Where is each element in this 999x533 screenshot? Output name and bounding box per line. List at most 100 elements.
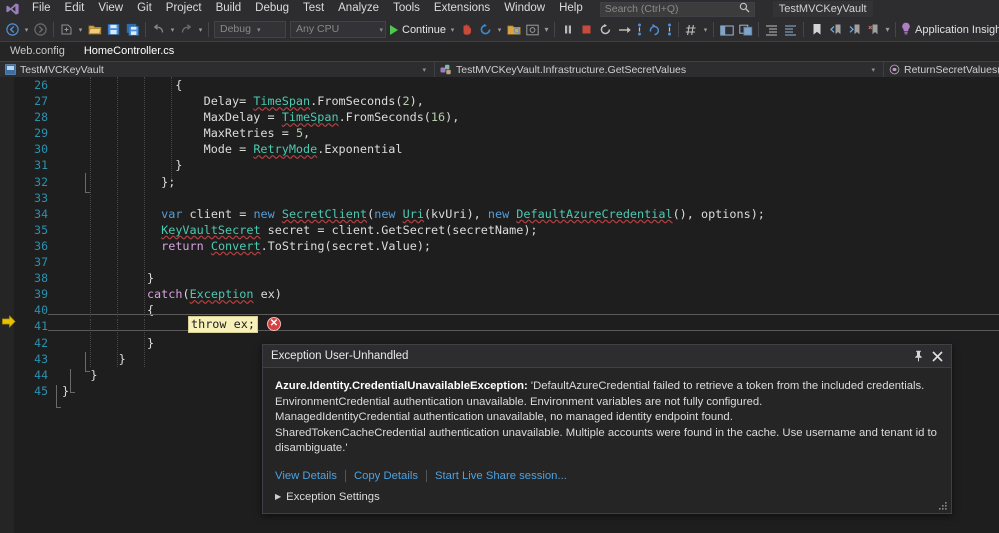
exception-helper-popup[interactable]: Exception User-Unhandled Azure.Identity.…: [262, 344, 952, 514]
code-line[interactable]: 34var client = new SecretClient(new Uri(…: [0, 206, 999, 222]
chevron-down-icon: ▾: [422, 66, 429, 74]
continue-button[interactable]: Continue: [388, 24, 448, 36]
stop-square-icon[interactable]: [577, 20, 596, 40]
code-line[interactable]: 27Delay= TimeSpan.FromSeconds(2),: [0, 93, 999, 109]
code-line[interactable]: 28MaxDelay = TimeSpan.FromSeconds(16),: [0, 109, 999, 125]
step-out-icon[interactable]: [645, 20, 664, 40]
attach-process-icon[interactable]: [504, 20, 523, 40]
restart-dropdown-icon[interactable]: ▾: [495, 26, 504, 34]
toolbar-separator-9: [895, 22, 896, 37]
menu-git[interactable]: Git: [130, 0, 159, 18]
continue-dropdown-icon[interactable]: ▾: [448, 26, 457, 34]
menu-help[interactable]: Help: [552, 0, 590, 18]
step-into-icon[interactable]: [634, 20, 645, 40]
visual-studio-logo-icon: [2, 1, 22, 17]
code-line[interactable]: 33: [0, 190, 999, 206]
chevron-down-icon: ▾: [871, 66, 878, 74]
open-folder-icon[interactable]: [85, 20, 104, 40]
code-line[interactable]: 30Mode = RetryMode.Exponential: [0, 141, 999, 157]
bookmark-previous-icon[interactable]: [826, 20, 845, 40]
line-number: 42: [22, 335, 48, 351]
menu-window[interactable]: Window: [497, 0, 552, 18]
restart-circular-icon[interactable]: [476, 20, 495, 40]
tab-homecontroller-cs[interactable]: HomeController.cs: [78, 42, 187, 61]
resize-grip-icon[interactable]: [938, 501, 948, 511]
line-number: 41: [22, 318, 48, 334]
save-icon[interactable]: [104, 20, 123, 40]
menu-tools[interactable]: Tools: [386, 0, 427, 18]
error-circle-icon[interactable]: ✕: [267, 317, 281, 331]
window-layout-icon[interactable]: [717, 20, 736, 40]
bookmark-overflow-icon[interactable]: ▾: [883, 25, 892, 34]
navbar-project-dropdown[interactable]: TestMVCKeyVault ▾: [0, 62, 435, 78]
menu-file[interactable]: File: [25, 0, 58, 18]
code-text: }: [147, 270, 154, 286]
indent-icon[interactable]: [762, 20, 781, 40]
config-dropdown[interactable]: Debug ▾: [214, 21, 286, 38]
bookmark-clear-icon[interactable]: [864, 20, 883, 40]
code-line[interactable]: 39catch(Exception ex): [0, 286, 999, 302]
code-line[interactable]: 36return Convert.ToString(secret.Value);: [0, 238, 999, 254]
exception-popup-header: Exception User-Unhandled: [263, 345, 951, 368]
copy-details-link[interactable]: Copy Details: [354, 470, 418, 482]
code-line[interactable]: 38}: [0, 270, 999, 286]
navigate-back-dropdown-icon[interactable]: ▾: [22, 26, 31, 34]
menu-build[interactable]: Build: [209, 0, 249, 18]
exception-settings-expander[interactable]: ▶ Exception Settings: [275, 491, 937, 503]
save-all-icon[interactable]: [123, 20, 142, 40]
step-over-arrow-icon[interactable]: [615, 20, 634, 40]
line-number: 29: [22, 125, 48, 141]
new-item-icon[interactable]: [57, 20, 76, 40]
pause-icon[interactable]: [558, 20, 577, 40]
menu-analyze[interactable]: Analyze: [331, 0, 386, 18]
line-numbers-icon[interactable]: [682, 20, 701, 40]
step-out-marker-icon[interactable]: [664, 20, 675, 40]
exception-message-part: 'DefaultAzureCredential failed to retrie…: [531, 380, 924, 392]
platform-dropdown[interactable]: Any CPU ▾: [290, 21, 386, 38]
navigate-forward-icon[interactable]: [31, 20, 50, 40]
start-live-share-link[interactable]: Start Live Share session...: [435, 470, 567, 482]
navbar-type-label: TestMVCKeyVault.Infrastructure.GetSecret…: [456, 63, 686, 77]
split-window-icon[interactable]: [736, 20, 755, 40]
code-line[interactable]: 32};: [0, 174, 999, 190]
tab-web-config[interactable]: Web.config: [4, 42, 78, 61]
code-line[interactable]: 35KeyVaultSecret secret = client.GetSecr…: [0, 222, 999, 238]
stop-hand-icon[interactable]: [457, 20, 476, 40]
redo-arrow-icon[interactable]: [177, 20, 196, 40]
navbar-type-dropdown[interactable]: TestMVCKeyVault.Infrastructure.GetSecret…: [435, 62, 884, 78]
exception-action-links: View Details Copy Details Start Live Sha…: [275, 470, 937, 482]
line-number: 26: [22, 77, 48, 93]
new-item-dropdown-icon[interactable]: ▾: [76, 26, 85, 34]
code-line[interactable]: 37: [0, 254, 999, 270]
view-details-link[interactable]: View Details: [275, 470, 337, 482]
code-line[interactable]: 31}: [0, 157, 999, 173]
bookmark-icon[interactable]: [807, 20, 826, 40]
line-numbers-dropdown-icon[interactable]: ▾: [701, 26, 710, 34]
undo-dropdown-icon[interactable]: ▾: [168, 26, 177, 34]
menu-extensions[interactable]: Extensions: [427, 0, 497, 18]
chevron-right-icon: ▶: [275, 492, 281, 501]
redo-dropdown-icon[interactable]: ▾: [196, 26, 205, 34]
undo-arrow-icon[interactable]: [149, 20, 168, 40]
magnifier-icon: [739, 2, 750, 16]
pin-icon[interactable]: [909, 347, 928, 366]
code-line[interactable]: 26{: [0, 77, 999, 93]
code-line[interactable]: 29MaxRetries = 5,: [0, 125, 999, 141]
frame-capture-icon[interactable]: [523, 20, 542, 40]
platform-value: Any CPU: [296, 22, 339, 37]
application-insights-button[interactable]: Application Insights: [899, 22, 999, 38]
navbar-member-dropdown[interactable]: ReturnSecretValues(string s: [884, 62, 999, 78]
menu-debug[interactable]: Debug: [248, 0, 296, 18]
search-input[interactable]: Search (Ctrl+Q): [600, 2, 755, 17]
outdent-icon[interactable]: [781, 20, 800, 40]
menu-project[interactable]: Project: [159, 0, 209, 18]
menu-view[interactable]: View: [91, 0, 130, 18]
menu-test[interactable]: Test: [296, 0, 331, 18]
toolbar-overflow-icon[interactable]: ▾: [542, 25, 551, 34]
close-x-icon[interactable]: [928, 347, 947, 366]
navigate-back-icon[interactable]: [3, 20, 22, 40]
bookmark-next-icon[interactable]: [845, 20, 864, 40]
restart-icon[interactable]: [596, 20, 615, 40]
menu-edit[interactable]: Edit: [58, 0, 92, 18]
line-number: 37: [22, 254, 48, 270]
